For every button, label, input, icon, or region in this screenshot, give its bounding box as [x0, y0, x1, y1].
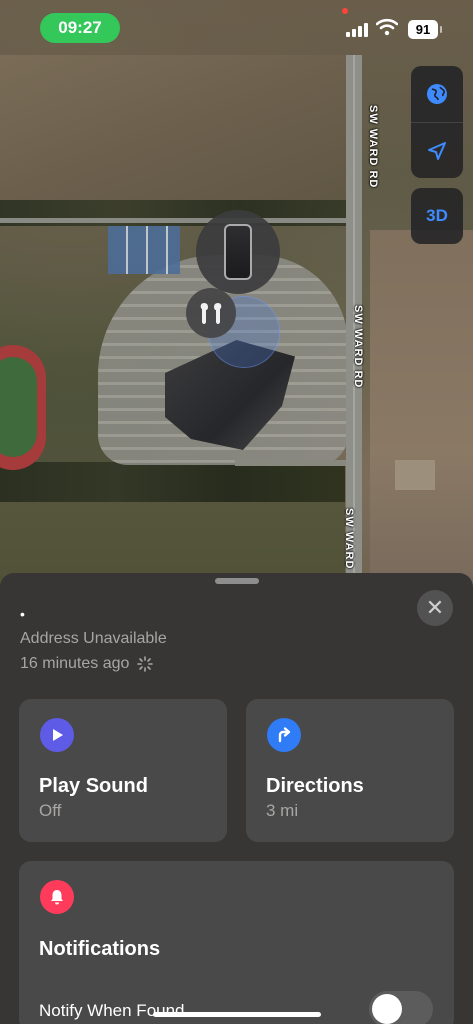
item-name: •	[20, 606, 25, 622]
last-updated: 16 minutes ago	[20, 655, 154, 673]
map-view[interactable]: SW WARD RD SW WARD RD SW WARD 3D	[0, 0, 473, 600]
bell-icon	[40, 880, 74, 914]
play-sound-title: Play Sound	[39, 775, 148, 797]
close-icon: ✕	[425, 595, 445, 620]
globe-icon	[427, 84, 447, 104]
farm-building	[395, 460, 435, 490]
battery-icon: 91	[408, 20, 442, 39]
notify-when-found-toggle[interactable]	[369, 991, 433, 1024]
recording-indicator	[342, 8, 348, 14]
farm-field-east	[370, 230, 473, 600]
map-control-group	[411, 66, 463, 178]
wifi-icon	[376, 18, 398, 36]
tree-line-south	[0, 462, 345, 502]
road	[0, 218, 350, 223]
cellular-signal-icon	[346, 21, 368, 37]
close-button[interactable]: ✕	[417, 590, 453, 626]
sheet-grabber[interactable]	[215, 578, 259, 584]
home-indicator[interactable]	[153, 1012, 321, 1017]
running-track	[0, 345, 46, 470]
address-text: Address Unavailable	[20, 630, 167, 647]
road-label: SW WARD RD	[352, 305, 364, 389]
play-sound-status: Off	[39, 801, 62, 820]
notify-when-found-label: Notify When Found	[39, 1001, 185, 1020]
tennis-courts	[108, 226, 180, 274]
time-text: 09:27	[58, 18, 102, 37]
turn-right-arrow-icon	[267, 718, 301, 752]
directions-distance: 3 mi	[266, 801, 299, 820]
updated-text: 16 minutes ago	[20, 655, 130, 672]
notifications-card: Notifications Notify When Found	[19, 861, 454, 1024]
3d-toggle-button[interactable]: 3D	[411, 188, 463, 244]
location-arrow-icon	[428, 141, 446, 160]
map-controls: 3D	[411, 66, 463, 244]
play-icon	[40, 718, 74, 752]
play-sound-card[interactable]: Play Sound Off	[19, 699, 227, 842]
road	[235, 460, 350, 466]
toggle-knob	[372, 994, 402, 1024]
road-label: SW WARD RD	[367, 105, 379, 189]
road-label: SW WARD	[343, 508, 355, 570]
item-detail-sheet: ✕ • Address Unavailable 16 minutes ago P…	[0, 573, 473, 1024]
directions-card[interactable]: Directions 3 mi	[246, 699, 454, 842]
airpods-pin[interactable]	[186, 288, 236, 338]
farm-field	[0, 55, 360, 205]
status-bar: 09:27 91	[0, 0, 473, 56]
iphone-pin[interactable]	[196, 210, 280, 294]
iphone-icon	[224, 224, 252, 280]
map-type-button[interactable]	[411, 66, 463, 122]
loading-spinner-icon	[137, 656, 154, 672]
battery-level: 91	[415, 22, 431, 37]
current-location-button[interactable]	[411, 122, 463, 178]
airpods-icon	[200, 303, 222, 324]
status-time[interactable]: 09:27	[40, 13, 120, 43]
notifications-title: Notifications	[39, 938, 161, 960]
directions-title: Directions	[266, 775, 364, 797]
3d-label: 3D	[426, 206, 448, 225]
